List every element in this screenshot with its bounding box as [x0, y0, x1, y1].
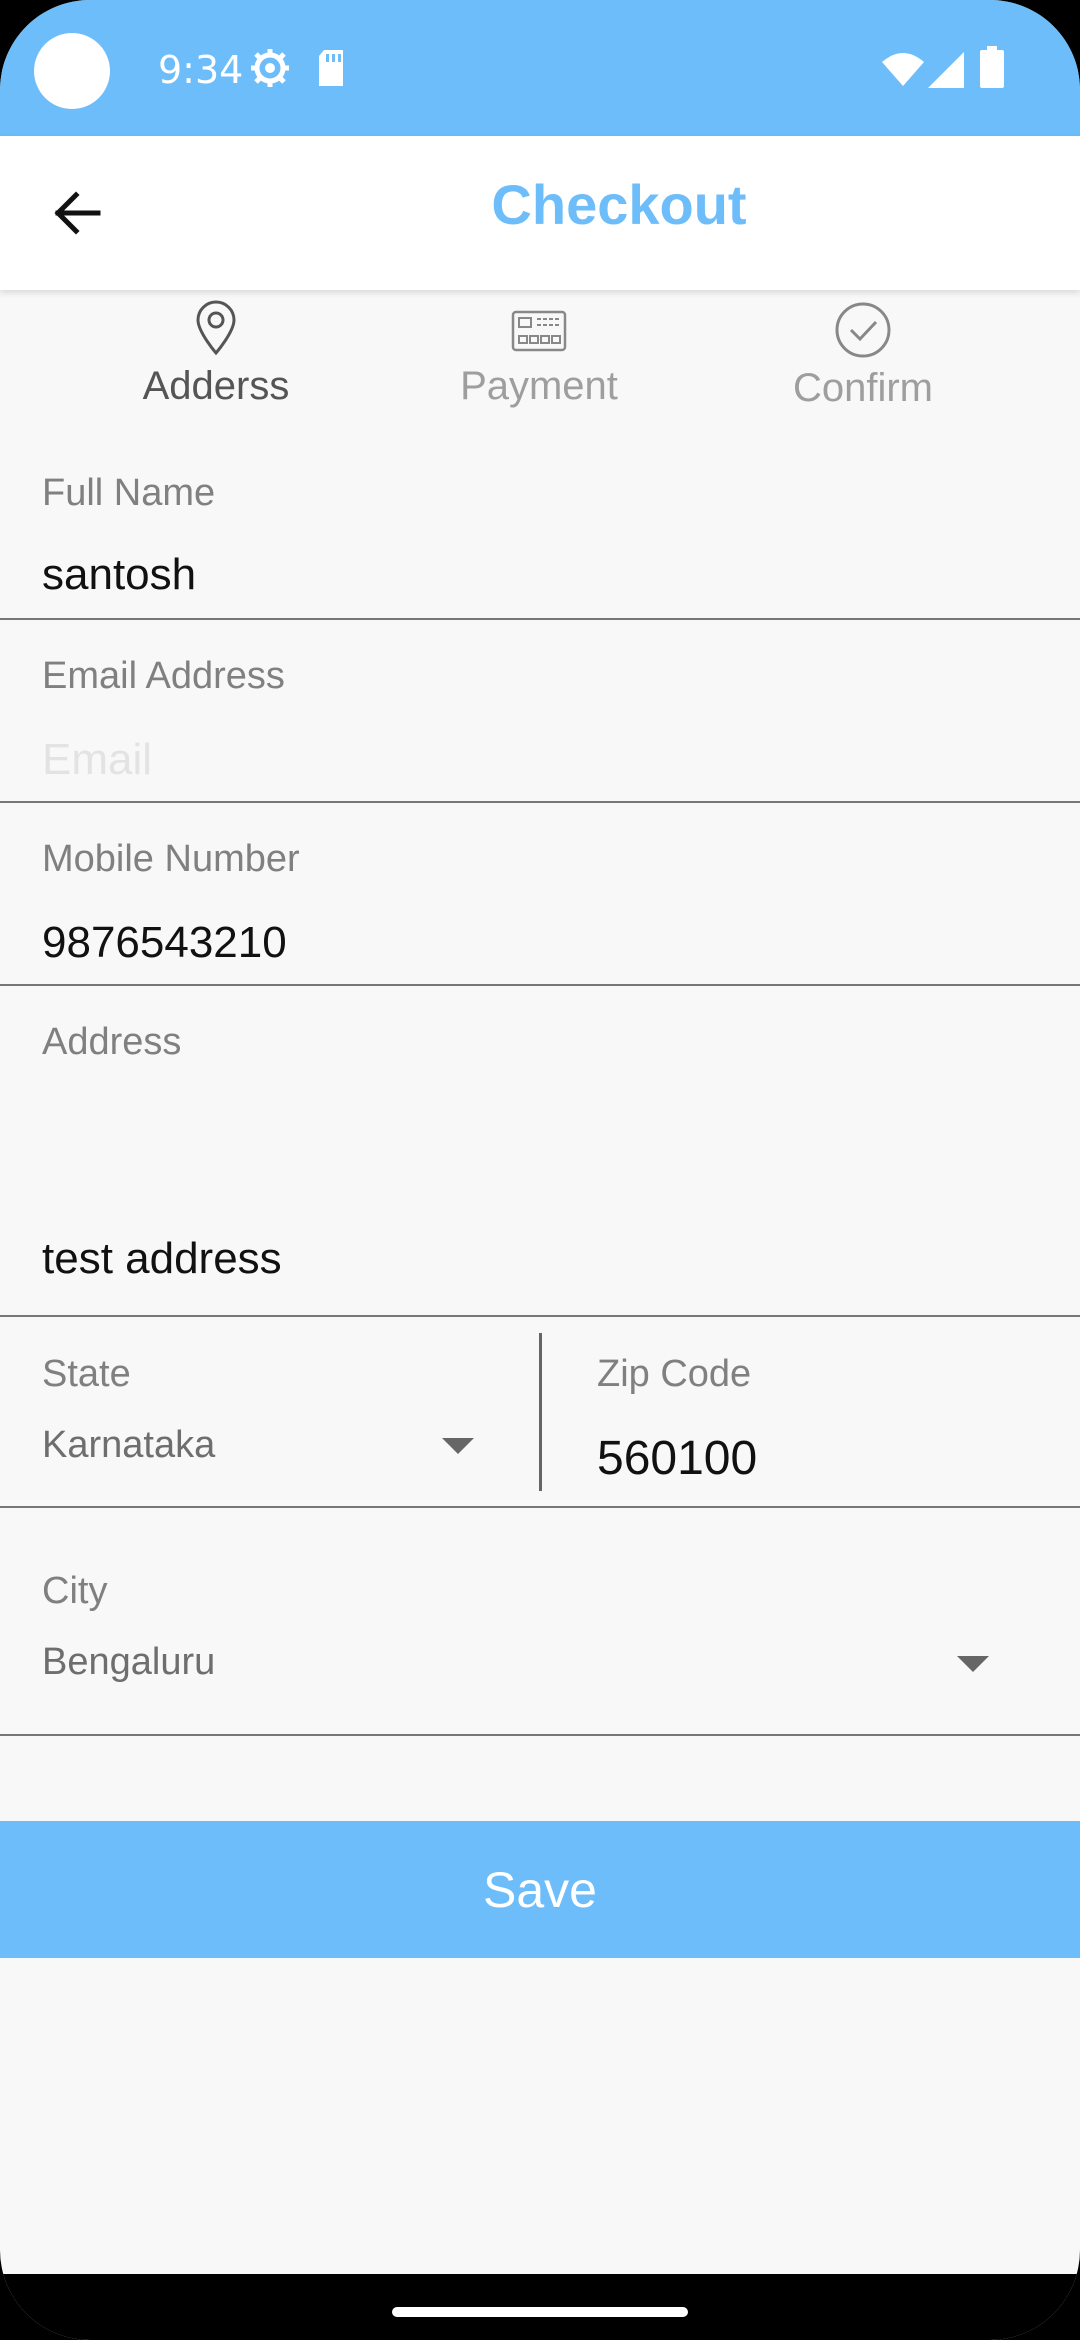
step-payment[interactable]: Payment: [429, 300, 649, 409]
location-pin-icon: [196, 300, 236, 356]
chevron-down-icon: [957, 1656, 989, 1672]
status-time: 9:34: [158, 48, 244, 92]
address-label: Address: [42, 1021, 182, 1063]
address-input[interactable]: [42, 1234, 942, 1284]
full-name-label: Full Name: [42, 472, 216, 514]
zip-field[interactable]: Zip Code: [556, 1317, 1080, 1506]
city-dropdown[interactable]: City Bengaluru: [0, 1508, 1080, 1736]
check-circle-icon: [835, 302, 891, 358]
save-button[interactable]: Save: [0, 1821, 1080, 1958]
state-zip-row: State Karnataka Zip Code: [0, 1317, 1080, 1508]
city-label: City: [42, 1570, 108, 1612]
full-name-input[interactable]: [42, 550, 942, 600]
state-value: Karnataka: [42, 1424, 216, 1466]
camera-cutout: [34, 33, 110, 109]
status-bar: 9:34: [0, 0, 1080, 136]
app-bar: Checkout: [0, 136, 1080, 290]
email-label: Email Address: [42, 655, 285, 697]
cellular-icon: [928, 52, 964, 88]
state-zip-divider: [539, 1333, 542, 1491]
step-confirm-label: Confirm: [792, 366, 934, 410]
step-confirm[interactable]: Confirm: [753, 300, 973, 411]
credit-card-icon: [511, 310, 567, 352]
step-payment-label: Payment: [460, 364, 618, 408]
chevron-down-icon: [442, 1438, 474, 1454]
screen: 9:34 Checkout Adderss Payment Confirm Fu…: [0, 0, 1080, 2340]
state-label: State: [42, 1353, 131, 1395]
email-field[interactable]: Email Address: [0, 620, 1080, 803]
step-address[interactable]: Adderss: [106, 300, 326, 409]
mobile-input[interactable]: [42, 918, 942, 968]
page-title: Checkout: [491, 173, 747, 236]
wifi-icon: [882, 53, 924, 86]
home-indicator[interactable]: [392, 2307, 688, 2317]
step-address-label: Adderss: [142, 364, 290, 408]
mobile-field[interactable]: Mobile Number: [0, 803, 1080, 986]
zip-input[interactable]: [597, 1431, 1037, 1486]
state-dropdown[interactable]: State Karnataka: [0, 1317, 540, 1506]
mobile-label: Mobile Number: [42, 838, 300, 880]
email-input[interactable]: [42, 735, 942, 785]
address-field[interactable]: Address: [0, 986, 1080, 1317]
zip-label: Zip Code: [597, 1353, 752, 1395]
battery-icon: [980, 46, 1004, 88]
city-value: Bengaluru: [42, 1641, 216, 1683]
full-name-field[interactable]: Full Name: [0, 440, 1080, 620]
sd-card-icon: [319, 50, 343, 86]
settings-icon: [251, 49, 289, 87]
